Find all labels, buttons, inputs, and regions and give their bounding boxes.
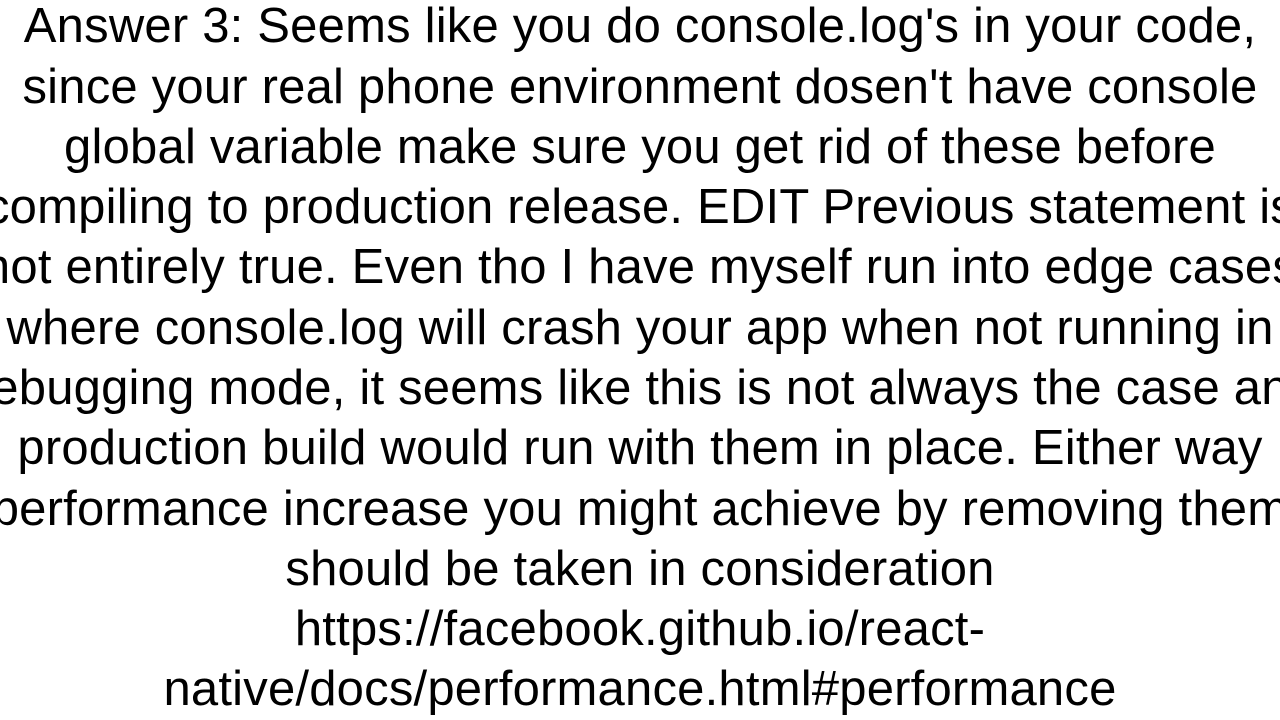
answer-label: Answer 3: (24, 0, 244, 53)
answer-link: https://facebook.github.io/react-native/… (163, 602, 1116, 716)
answer-body: Seems like you do console.log's in your … (0, 0, 1280, 596)
answer-block: Answer 3: Seems like you do console.log'… (0, 0, 1280, 720)
document-page: Answer 3: Seems like you do console.log'… (0, 0, 1280, 720)
